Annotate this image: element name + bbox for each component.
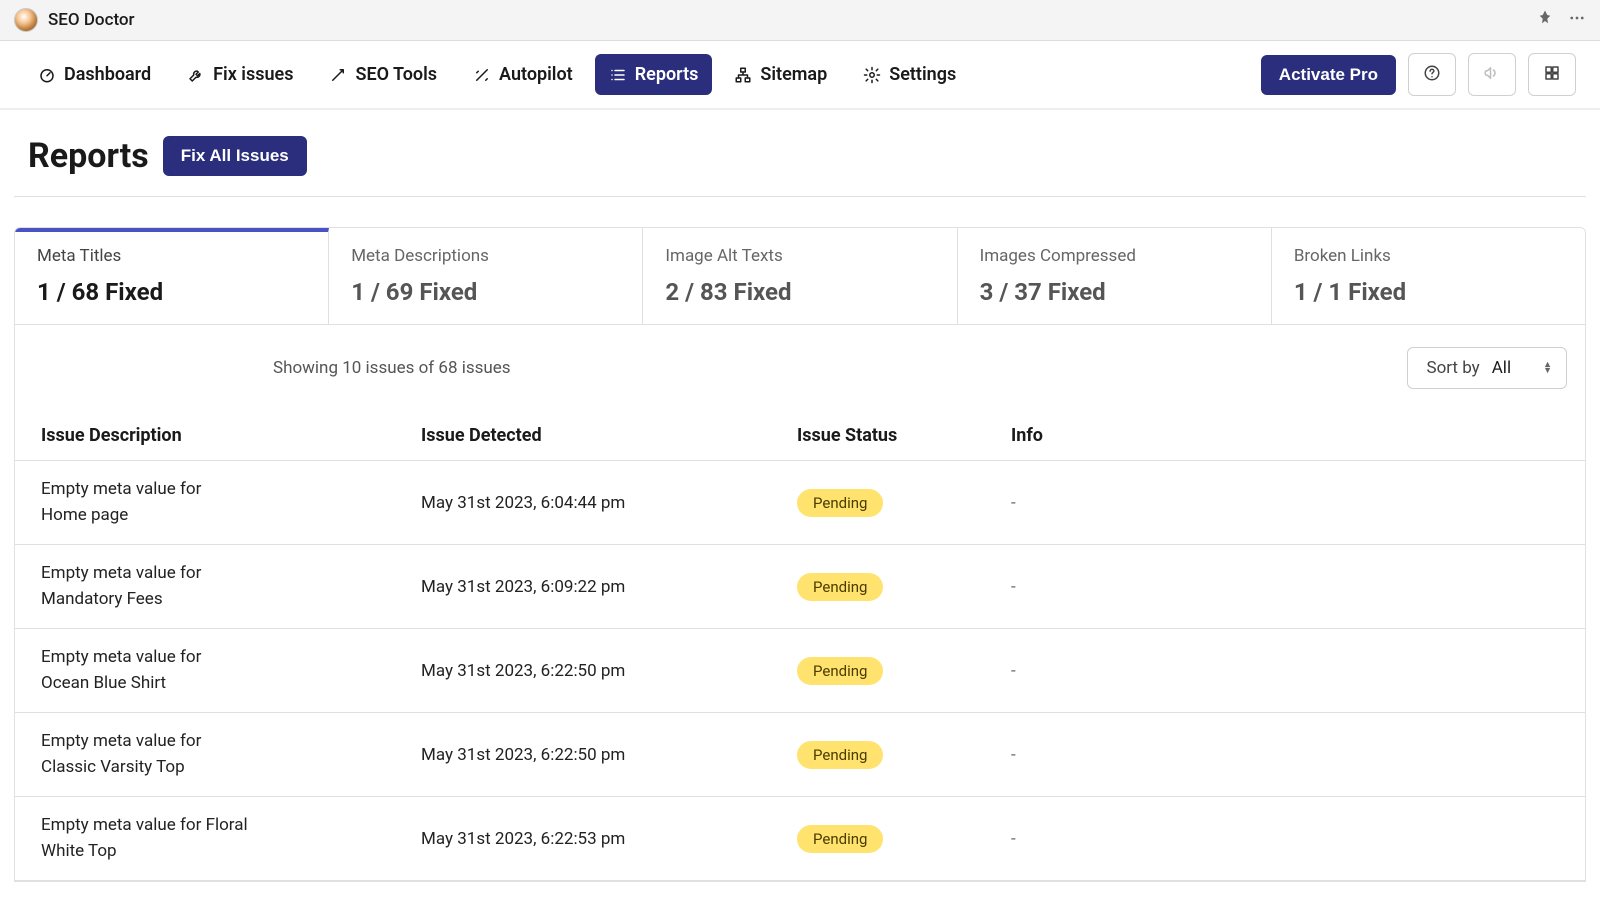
- tab-label: Meta Titles: [37, 246, 306, 266]
- fix-all-button[interactable]: Fix All Issues: [163, 136, 307, 176]
- nav-reports[interactable]: Reports: [595, 54, 713, 95]
- nav-label: Sitemap: [760, 64, 827, 85]
- status-badge: Pending: [797, 741, 883, 769]
- table-row: Empty meta value for Classic Varsity Top…: [15, 713, 1585, 797]
- cell-detected: May 31st 2023, 6:09:22 pm: [421, 577, 791, 597]
- cell-description: Empty meta value for Ocean Blue Shirt: [41, 645, 251, 696]
- table-row: Empty meta value for Home page May 31st …: [15, 461, 1585, 545]
- cell-description: Empty meta value for Classic Varsity Top: [41, 729, 251, 780]
- issues-table: Issue Description Issue Detected Issue S…: [14, 411, 1586, 882]
- more-icon[interactable]: [1568, 9, 1586, 31]
- nav-label: Reports: [635, 64, 699, 85]
- gauge-icon: [38, 66, 56, 84]
- cell-description: Empty meta value for Home page: [41, 477, 251, 528]
- status-badge: Pending: [797, 573, 883, 601]
- nav-label: SEO Tools: [355, 64, 437, 85]
- status-badge: Pending: [797, 825, 883, 853]
- title-bar: SEO Doctor: [0, 0, 1600, 41]
- cell-info: -: [1011, 829, 1559, 849]
- magic-icon: [329, 66, 347, 84]
- cell-detected: May 31st 2023, 6:04:44 pm: [421, 493, 791, 513]
- tab-meta-descriptions[interactable]: Meta Descriptions 1 / 69 Fixed: [329, 228, 643, 324]
- cell-info: -: [1011, 745, 1559, 765]
- tab-label: Image Alt Texts: [665, 246, 934, 266]
- tab-label: Broken Links: [1294, 246, 1563, 266]
- activate-pro-button[interactable]: Activate Pro: [1261, 55, 1396, 95]
- main-nav: Dashboard Fix issues SEO Tools Autopilot…: [0, 41, 1600, 110]
- cell-detected: May 31st 2023, 6:22:50 pm: [421, 745, 791, 765]
- table-row: Empty meta value for Mandatory Fees May …: [15, 545, 1585, 629]
- gear-icon: [863, 66, 881, 84]
- tab-images-compressed[interactable]: Images Compressed 3 / 37 Fixed: [958, 228, 1272, 324]
- nav-fix-issues[interactable]: Fix issues: [173, 54, 307, 95]
- sitemap-icon: [734, 66, 752, 84]
- table-header: Issue Description Issue Detected Issue S…: [15, 411, 1585, 461]
- nav-autopilot[interactable]: Autopilot: [459, 54, 587, 95]
- page-header: Reports Fix All Issues: [14, 110, 1586, 197]
- nav-label: Settings: [889, 64, 956, 85]
- megaphone-icon: [1483, 64, 1501, 85]
- col-description: Issue Description: [41, 425, 421, 446]
- sort-label: Sort by: [1426, 358, 1479, 378]
- announce-button[interactable]: [1468, 53, 1516, 96]
- table-toolbar: Showing 10 issues of 68 issues Sort by A…: [14, 325, 1586, 411]
- help-button[interactable]: [1408, 53, 1456, 96]
- cell-info: -: [1011, 661, 1559, 681]
- nav-label: Dashboard: [64, 64, 151, 85]
- col-detected: Issue Detected: [421, 425, 791, 446]
- nav-label: Autopilot: [499, 64, 573, 85]
- sort-select[interactable]: Sort by All ▲▼: [1407, 347, 1567, 389]
- help-icon: [1423, 64, 1441, 85]
- table-row: Empty meta value for Ocean Blue Shirt Ma…: [15, 629, 1585, 713]
- cell-description: Empty meta value for Mandatory Fees: [41, 561, 251, 612]
- tab-stat: 2 / 83 Fixed: [665, 278, 934, 306]
- report-tabs: Meta Titles 1 / 68 Fixed Meta Descriptio…: [14, 227, 1586, 325]
- nav-seo-tools[interactable]: SEO Tools: [315, 54, 451, 95]
- apps-button[interactable]: [1528, 53, 1576, 96]
- tab-stat: 3 / 37 Fixed: [980, 278, 1249, 306]
- tab-stat: 1 / 68 Fixed: [37, 278, 306, 306]
- status-badge: Pending: [797, 489, 883, 517]
- wrench-icon: [187, 66, 205, 84]
- tab-meta-titles[interactable]: Meta Titles 1 / 68 Fixed: [15, 228, 329, 324]
- list-icon: [609, 66, 627, 84]
- cell-info: -: [1011, 577, 1559, 597]
- app-logo: [14, 8, 38, 32]
- showing-count: Showing 10 issues of 68 issues: [273, 358, 511, 378]
- chevron-updown-icon: ▲▼: [1543, 362, 1552, 374]
- nav-label: Fix issues: [213, 64, 293, 85]
- cell-detected: May 31st 2023, 6:22:53 pm: [421, 829, 791, 849]
- nav-sitemap[interactable]: Sitemap: [720, 54, 841, 95]
- tab-broken-links[interactable]: Broken Links 1 / 1 Fixed: [1272, 228, 1585, 324]
- nav-settings[interactable]: Settings: [849, 54, 970, 95]
- tab-stat: 1 / 69 Fixed: [351, 278, 620, 306]
- page-title: Reports: [28, 136, 149, 176]
- app-title: SEO Doctor: [48, 10, 135, 30]
- tab-image-alt[interactable]: Image Alt Texts 2 / 83 Fixed: [643, 228, 957, 324]
- col-status: Issue Status: [791, 425, 1011, 446]
- status-badge: Pending: [797, 657, 883, 685]
- cell-description: Empty meta value for Floral White Top: [41, 813, 251, 864]
- nav-dashboard[interactable]: Dashboard: [24, 54, 165, 95]
- tab-label: Meta Descriptions: [351, 246, 620, 266]
- pin-icon[interactable]: [1536, 9, 1554, 31]
- grid-icon: [1543, 64, 1561, 85]
- col-info: Info: [1011, 425, 1559, 446]
- magic-icon: [473, 66, 491, 84]
- table-row: Empty meta value for Floral White Top Ma…: [15, 797, 1585, 881]
- cell-detected: May 31st 2023, 6:22:50 pm: [421, 661, 791, 681]
- tab-stat: 1 / 1 Fixed: [1294, 278, 1563, 306]
- tab-label: Images Compressed: [980, 246, 1249, 266]
- sort-value: All: [1492, 358, 1511, 378]
- cell-info: -: [1011, 493, 1559, 513]
